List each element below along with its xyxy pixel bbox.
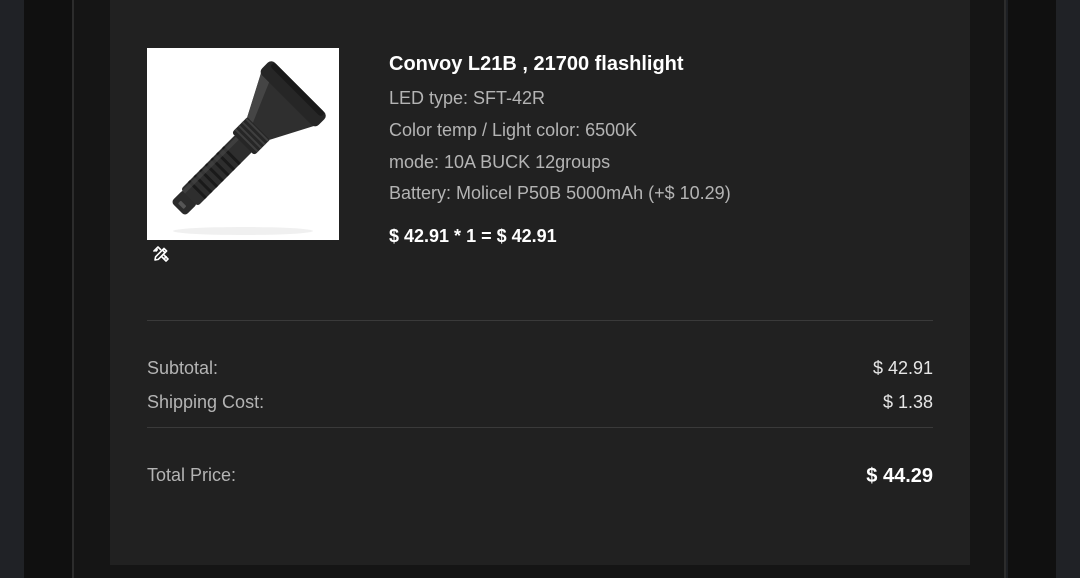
flashlight-icon xyxy=(172,61,326,235)
left-edge xyxy=(0,0,24,578)
divider xyxy=(147,320,933,321)
subtotal-label: Subtotal: xyxy=(147,358,219,378)
shipping-label: Shipping Cost: xyxy=(147,392,265,412)
product-image[interactable] xyxy=(147,48,339,240)
product-title[interactable]: Convoy L21B , 21700 flashlight xyxy=(389,53,684,76)
divider xyxy=(147,427,933,428)
edit-pencil-ruler-icon xyxy=(153,246,169,262)
right-gutter xyxy=(1008,0,1056,578)
shipping-value: $ 1.38 xyxy=(882,392,933,412)
option-mode: mode: 10A BUCK 12groups xyxy=(389,152,611,172)
left-gutter xyxy=(24,0,72,578)
line-total: $ 42.91 * 1 = $ 42.91 xyxy=(389,226,557,246)
right-edge xyxy=(1056,0,1080,578)
edit-icon[interactable] xyxy=(150,244,172,264)
option-battery: Battery: Molicel P50B 5000mAh (+$ 10.29) xyxy=(389,183,731,203)
option-led-type: LED type: SFT-42R xyxy=(389,88,546,108)
option-color-temp: Color temp / Light color: 6500K xyxy=(389,120,638,140)
order-card: Convoy L21B , 21700 flashlight LED type:… xyxy=(110,0,970,565)
subtotal-value: $ 42.91 xyxy=(872,358,933,378)
total-label: Total Price: xyxy=(147,465,237,485)
total-value: $ 44.29 xyxy=(866,465,933,487)
